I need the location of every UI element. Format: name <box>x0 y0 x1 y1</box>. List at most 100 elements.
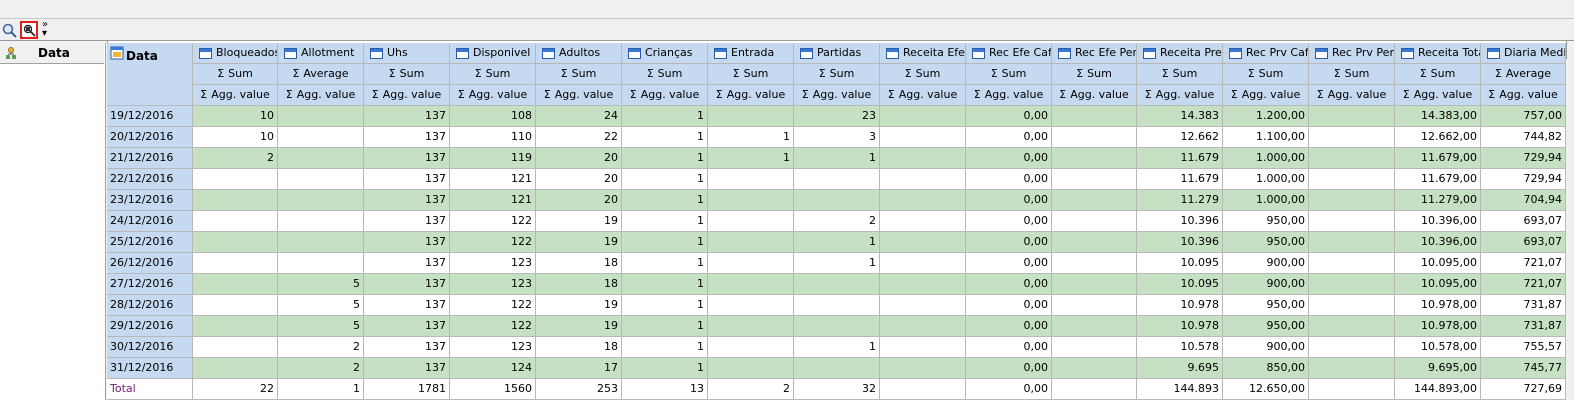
total-cell[interactable]: 253 <box>536 379 622 400</box>
data-cell[interactable]: 14.383,00 <box>1395 106 1481 127</box>
data-cell[interactable]: 18 <box>536 274 622 295</box>
data-cell[interactable] <box>880 148 966 169</box>
row-header[interactable]: 29/12/2016 <box>107 316 193 337</box>
data-cell[interactable]: 20 <box>536 190 622 211</box>
data-cell[interactable]: 3 <box>794 127 880 148</box>
data-cell[interactable] <box>1052 253 1137 274</box>
data-cell[interactable] <box>708 358 794 379</box>
data-cell[interactable] <box>794 295 880 316</box>
data-cell[interactable] <box>880 337 966 358</box>
data-cell[interactable]: 0,00 <box>966 148 1052 169</box>
data-cell[interactable]: 5 <box>278 295 364 316</box>
aggregate-header[interactable]: Σ Sum <box>708 64 794 85</box>
data-cell[interactable]: 1.100,00 <box>1223 127 1309 148</box>
data-cell[interactable]: 20 <box>536 169 622 190</box>
field-chooser-icon[interactable] <box>20 21 38 39</box>
data-cell[interactable]: 9.695,00 <box>1395 358 1481 379</box>
data-cell[interactable] <box>1309 211 1395 232</box>
data-cell[interactable] <box>880 106 966 127</box>
data-cell[interactable] <box>794 190 880 211</box>
data-cell[interactable] <box>1052 127 1137 148</box>
data-cell[interactable]: 0,00 <box>966 274 1052 295</box>
data-cell[interactable]: 14.383 <box>1137 106 1223 127</box>
data-cell[interactable] <box>1309 274 1395 295</box>
data-cell[interactable]: 137 <box>364 148 450 169</box>
data-cell[interactable]: 950,00 <box>1223 211 1309 232</box>
data-cell[interactable]: 10.396 <box>1137 211 1223 232</box>
data-cell[interactable] <box>193 211 278 232</box>
row-field-header[interactable]: Data <box>107 43 193 106</box>
data-cell[interactable]: 11.679 <box>1137 169 1223 190</box>
data-cell[interactable] <box>1309 316 1395 337</box>
data-cell[interactable] <box>1052 148 1137 169</box>
column-field-header[interactable]: Rec Efe Pen <box>1052 43 1137 64</box>
data-cell[interactable]: 1.000,00 <box>1223 190 1309 211</box>
data-cell[interactable] <box>794 358 880 379</box>
aggregate-value-header[interactable]: Σ Agg. value <box>1309 85 1395 106</box>
data-cell[interactable] <box>794 316 880 337</box>
data-cell[interactable]: 19 <box>536 211 622 232</box>
data-cell[interactable] <box>193 295 278 316</box>
data-cell[interactable] <box>193 253 278 274</box>
aggregate-value-header[interactable]: Σ Agg. value <box>1137 85 1223 106</box>
aggregate-value-header[interactable]: Σ Agg. value <box>450 85 536 106</box>
data-cell[interactable]: 1 <box>622 295 708 316</box>
data-cell[interactable]: 900,00 <box>1223 337 1309 358</box>
data-cell[interactable]: 122 <box>450 316 536 337</box>
total-cell[interactable]: 1781 <box>364 379 450 400</box>
data-cell[interactable]: 10.578 <box>1137 337 1223 358</box>
data-cell[interactable]: 1 <box>622 232 708 253</box>
data-cell[interactable]: 123 <box>450 274 536 295</box>
data-cell[interactable] <box>880 358 966 379</box>
total-cell[interactable]: 12.650,00 <box>1223 379 1309 400</box>
data-cell[interactable]: 10.095 <box>1137 253 1223 274</box>
data-cell[interactable] <box>1052 169 1137 190</box>
field-list-header[interactable]: Data <box>0 43 104 64</box>
data-cell[interactable]: 10 <box>193 127 278 148</box>
total-cell[interactable]: 0,00 <box>966 379 1052 400</box>
aggregate-header[interactable]: Σ Sum <box>966 64 1052 85</box>
column-field-header[interactable]: Disponivel <box>450 43 536 64</box>
aggregate-value-header[interactable]: Σ Agg. value <box>880 85 966 106</box>
data-cell[interactable]: 137 <box>364 211 450 232</box>
data-cell[interactable]: 1 <box>622 148 708 169</box>
data-cell[interactable]: 1 <box>794 148 880 169</box>
data-cell[interactable]: 1 <box>622 127 708 148</box>
data-cell[interactable]: 1 <box>622 169 708 190</box>
data-cell[interactable]: 10 <box>193 106 278 127</box>
data-cell[interactable] <box>193 337 278 358</box>
data-cell[interactable]: 1 <box>708 148 794 169</box>
aggregate-value-header[interactable]: Σ Agg. value <box>536 85 622 106</box>
data-cell[interactable] <box>1309 148 1395 169</box>
data-cell[interactable]: 755,57 <box>1481 337 1566 358</box>
data-cell[interactable]: 121 <box>450 190 536 211</box>
aggregate-value-header[interactable]: Σ Agg. value <box>1395 85 1481 106</box>
row-header[interactable]: 24/12/2016 <box>107 211 193 232</box>
data-cell[interactable]: 124 <box>450 358 536 379</box>
data-cell[interactable] <box>1309 295 1395 316</box>
data-cell[interactable] <box>1052 295 1137 316</box>
column-field-header[interactable]: Receita Prev <box>1137 43 1223 64</box>
total-cell[interactable]: 2 <box>708 379 794 400</box>
data-cell[interactable]: 10.095,00 <box>1395 253 1481 274</box>
data-cell[interactable] <box>708 295 794 316</box>
data-cell[interactable] <box>278 127 364 148</box>
data-cell[interactable]: 1 <box>794 232 880 253</box>
data-cell[interactable]: 121 <box>450 169 536 190</box>
aggregate-header[interactable]: Σ Sum <box>1223 64 1309 85</box>
data-cell[interactable]: 20 <box>536 148 622 169</box>
aggregate-header[interactable]: Σ Sum <box>1052 64 1137 85</box>
column-field-header[interactable]: Bloqueados <box>193 43 278 64</box>
data-cell[interactable]: 10.978 <box>1137 295 1223 316</box>
data-cell[interactable]: 950,00 <box>1223 295 1309 316</box>
data-cell[interactable] <box>278 169 364 190</box>
aggregate-header[interactable]: Σ Average <box>278 64 364 85</box>
data-cell[interactable]: 137 <box>364 337 450 358</box>
data-cell[interactable]: 137 <box>364 106 450 127</box>
data-cell[interactable]: 729,94 <box>1481 169 1566 190</box>
data-cell[interactable]: 2 <box>193 148 278 169</box>
data-cell[interactable]: 19 <box>536 295 622 316</box>
data-cell[interactable]: 10.978,00 <box>1395 295 1481 316</box>
data-cell[interactable] <box>1309 358 1395 379</box>
data-cell[interactable] <box>880 316 966 337</box>
